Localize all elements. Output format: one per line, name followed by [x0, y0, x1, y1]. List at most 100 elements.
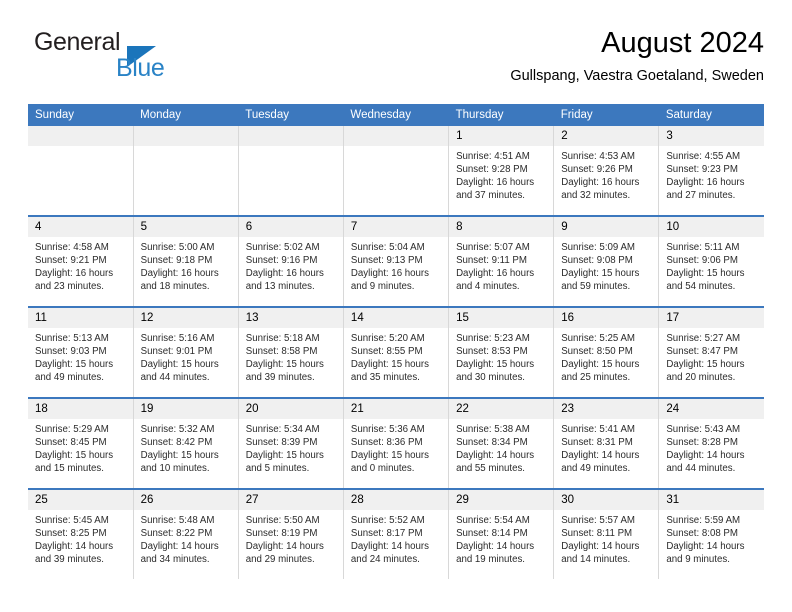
sunset-text: Sunset: 8:31 PM: [561, 437, 633, 449]
day-number: [28, 126, 133, 146]
daylight-text-line2: and 39 minutes.: [245, 372, 315, 384]
brand-logo[interactable]: General Blue: [28, 26, 258, 88]
calendar-day-cell[interactable]: 6 Sunrise: 5:02 AM Sunset: 9:16 PM Daylight…: [238, 216, 344, 308]
calendar-day-cell[interactable]: 17 Sunrise: 5:27 AM Sunset: 8:47 PM Dayligh…: [658, 307, 764, 399]
day-details: Sunrise: 5:11 AM Sunset: 9:06 PM Daylight:…: [659, 237, 764, 293]
day-details: Sunrise: 5:18 AM Sunset: 8:58 PM Daylight:…: [239, 328, 343, 384]
day-number: 22: [449, 399, 554, 419]
day-number: 6: [238, 217, 343, 237]
weekday-header-sunday: Sunday: [28, 104, 134, 126]
calendar-day-cell[interactable]: 15 Sunrise: 5:23 AM Sunset: 8:53 PM Dayligh…: [448, 307, 555, 399]
calendar-day-cell[interactable]: 16 Sunrise: 5:25 AM Sunset: 8:50 PM Dayligh…: [553, 307, 660, 399]
daylight-text-line1: Daylight: 14 hours: [456, 450, 535, 462]
daylight-text-line2: and 44 minutes.: [666, 463, 736, 475]
calendar-day-cell[interactable]: 7 Sunrise: 5:04 AM Sunset: 9:13 PM Daylight…: [343, 216, 450, 308]
sunset-text: Sunset: 9:11 PM: [456, 255, 527, 267]
daylight-text-line1: Daylight: 15 hours: [245, 450, 324, 462]
daylight-text-line2: and 49 minutes.: [561, 463, 631, 475]
calendar-day-cell[interactable]: 9 Sunrise: 5:09 AM Sunset: 9:08 PM Daylight…: [553, 216, 660, 308]
calendar-day-cell[interactable]: 22 Sunrise: 5:38 AM Sunset: 8:34 PM Dayligh…: [448, 398, 555, 490]
calendar-day-cell[interactable]: 25 Sunrise: 5:45 AM Sunset: 8:25 PM Dayligh…: [28, 489, 134, 579]
day-details: Sunrise: 5:02 AM Sunset: 9:16 PM Daylight:…: [239, 237, 343, 293]
sunrise-text: Sunrise: 5:13 AM: [35, 333, 109, 344]
calendar-day-cell[interactable]: 24 Sunrise: 5:43 AM Sunset: 8:28 PM Dayligh…: [658, 398, 764, 490]
day-details: Sunrise: 5:48 AM Sunset: 8:22 PM Daylight:…: [134, 510, 238, 566]
calendar-day-cell[interactable]: 13 Sunrise: 5:18 AM Sunset: 8:58 PM Dayligh…: [238, 307, 344, 399]
sunrise-text: Sunrise: 5:54 AM: [456, 515, 530, 526]
daylight-text-line1: Daylight: 15 hours: [350, 359, 430, 371]
daylight-text-line2: and 29 minutes.: [245, 554, 315, 566]
calendar-day-cell[interactable]: 27 Sunrise: 5:50 AM Sunset: 8:19 PM Dayligh…: [238, 489, 344, 579]
calendar-day-cell[interactable]: 3 Sunrise: 4:55 AM Sunset: 9:23 PM Daylight…: [658, 126, 764, 217]
day-number: 13: [238, 308, 343, 328]
calendar-day-cell[interactable]: 31 Sunrise: 5:59 AM Sunset: 8:08 PM Dayligh…: [658, 489, 764, 579]
sunrise-text: Sunrise: 5:00 AM: [140, 242, 215, 253]
calendar-day-cell[interactable]: 14 Sunrise: 5:20 AM Sunset: 8:55 PM Dayligh…: [343, 307, 450, 399]
sunrise-text: Sunrise: 5:38 AM: [456, 424, 530, 435]
sunrise-text: Sunrise: 5:20 AM: [350, 333, 425, 344]
calendar-empty-cell: [343, 126, 450, 217]
sunset-text: Sunset: 9:26 PM: [561, 164, 633, 176]
day-number: 2: [554, 126, 659, 146]
daylight-text-line1: Daylight: 15 hours: [245, 359, 324, 371]
sunset-text: Sunset: 8:34 PM: [456, 437, 528, 449]
sunrise-text: Sunrise: 5:34 AM: [245, 424, 320, 435]
sunrise-text: Sunrise: 5:16 AM: [140, 333, 215, 344]
day-details: Sunrise: 5:23 AM Sunset: 8:53 PM Daylight:…: [449, 328, 553, 384]
calendar-day-cell[interactable]: 10 Sunrise: 5:11 AM Sunset: 9:06 PM Dayligh…: [658, 216, 764, 308]
daylight-text-line2: and 32 minutes.: [561, 190, 631, 202]
calendar-week-row: 4 Sunrise: 4:58 AM Sunset: 9:21 PM Daylight…: [28, 216, 764, 308]
calendar-day-cell[interactable]: 5 Sunrise: 5:00 AM Sunset: 9:18 PM Daylight…: [133, 216, 239, 308]
sunrise-text: Sunrise: 5:57 AM: [561, 515, 635, 526]
daylight-text-line1: Daylight: 14 hours: [350, 541, 430, 553]
day-details: Sunrise: 5:50 AM Sunset: 8:19 PM Daylight:…: [239, 510, 343, 566]
sunset-text: Sunset: 9:23 PM: [666, 164, 738, 176]
sunset-text: Sunset: 8:17 PM: [350, 528, 423, 540]
daylight-text-line2: and 24 minutes.: [350, 554, 420, 566]
calendar-day-cell[interactable]: 29 Sunrise: 5:54 AM Sunset: 8:14 PM Dayligh…: [448, 489, 555, 579]
daylight-text-line2: and 55 minutes.: [456, 463, 525, 475]
daylight-text-line1: Daylight: 14 hours: [35, 541, 114, 553]
calendar-day-cell[interactable]: 19 Sunrise: 5:32 AM Sunset: 8:42 PM Dayligh…: [133, 398, 239, 490]
sunset-text: Sunset: 8:45 PM: [35, 437, 107, 449]
calendar-day-cell[interactable]: 1 Sunrise: 4:51 AM Sunset: 9:28 PM Daylight…: [448, 126, 555, 217]
weekday-header-tuesday: Tuesday: [238, 104, 344, 126]
calendar-day-cell[interactable]: 23 Sunrise: 5:41 AM Sunset: 8:31 PM Dayligh…: [553, 398, 660, 490]
sunrise-text: Sunrise: 5:27 AM: [666, 333, 741, 344]
calendar-day-cell[interactable]: 11 Sunrise: 5:13 AM Sunset: 9:03 PM Dayligh…: [28, 307, 134, 399]
calendar-day-cell[interactable]: 2 Sunrise: 4:53 AM Sunset: 9:26 PM Daylight…: [553, 126, 660, 217]
calendar-day-cell[interactable]: 26 Sunrise: 5:48 AM Sunset: 8:22 PM Dayligh…: [133, 489, 239, 579]
day-details: Sunrise: 5:07 AM Sunset: 9:11 PM Daylight:…: [449, 237, 553, 293]
daylight-text-line2: and 0 minutes.: [350, 463, 415, 475]
daylight-text-line2: and 30 minutes.: [456, 372, 525, 384]
calendar-day-cell[interactable]: 4 Sunrise: 4:58 AM Sunset: 9:21 PM Daylight…: [28, 216, 134, 308]
day-details: Sunrise: 4:55 AM Sunset: 9:23 PM Daylight:…: [659, 146, 764, 202]
calendar-day-cell[interactable]: 28 Sunrise: 5:52 AM Sunset: 8:17 PM Dayligh…: [343, 489, 450, 579]
day-number: 21: [343, 399, 449, 419]
calendar-day-cell[interactable]: 20 Sunrise: 5:34 AM Sunset: 8:39 PM Dayligh…: [238, 398, 344, 490]
day-details: Sunrise: 5:32 AM Sunset: 8:42 PM Daylight:…: [134, 419, 238, 475]
sunset-text: Sunset: 8:14 PM: [456, 528, 528, 540]
calendar-day-cell[interactable]: 18 Sunrise: 5:29 AM Sunset: 8:45 PM Dayligh…: [28, 398, 134, 490]
sunset-text: Sunset: 9:21 PM: [35, 255, 107, 267]
daylight-text-line2: and 4 minutes.: [456, 281, 520, 293]
daylight-text-line1: Daylight: 16 hours: [140, 268, 219, 280]
day-details: Sunrise: 4:51 AM Sunset: 9:28 PM Daylight:…: [449, 146, 553, 202]
sunset-text: Sunset: 8:42 PM: [140, 437, 213, 449]
calendar-empty-cell: [28, 126, 134, 217]
day-number: 17: [659, 308, 764, 328]
calendar-day-cell[interactable]: 30 Sunrise: 5:57 AM Sunset: 8:11 PM Dayligh…: [553, 489, 660, 579]
sunrise-text: Sunrise: 4:55 AM: [666, 151, 741, 162]
day-number: 4: [28, 217, 133, 237]
calendar-day-cell[interactable]: 8 Sunrise: 5:07 AM Sunset: 9:11 PM Daylight…: [448, 216, 555, 308]
day-details: Sunrise: 5:52 AM Sunset: 8:17 PM Daylight:…: [344, 510, 448, 566]
sunset-text: Sunset: 8:08 PM: [666, 528, 738, 540]
day-number: 31: [659, 490, 764, 510]
calendar-day-cell[interactable]: 12 Sunrise: 5:16 AM Sunset: 9:01 PM Dayligh…: [133, 307, 239, 399]
day-details: Sunrise: 5:36 AM Sunset: 8:36 PM Daylight:…: [344, 419, 448, 475]
daylight-text-line2: and 9 minutes.: [666, 554, 730, 566]
calendar-week-row: 11 Sunrise: 5:13 AM Sunset: 9:03 PM Dayligh…: [28, 307, 764, 399]
calendar-day-cell[interactable]: 21 Sunrise: 5:36 AM Sunset: 8:36 PM Dayligh…: [343, 398, 450, 490]
sunrise-text: Sunrise: 5:43 AM: [666, 424, 741, 435]
sunset-text: Sunset: 8:28 PM: [666, 437, 738, 449]
